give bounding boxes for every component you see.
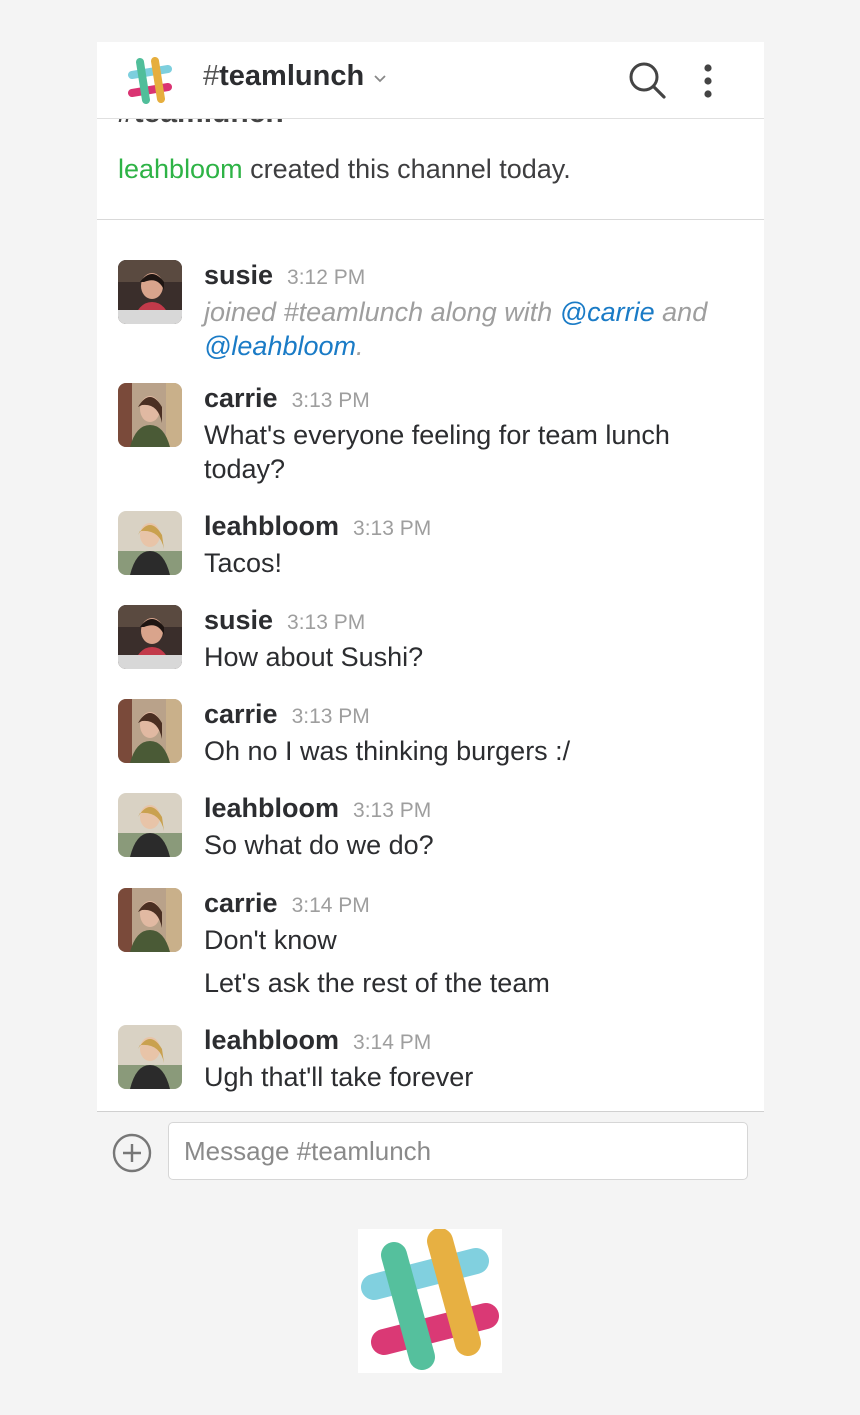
- message-meta: carrie 3:13 PM: [204, 699, 370, 730]
- top-bar: #teamlunch: [97, 42, 764, 119]
- message-author[interactable]: carrie: [204, 699, 278, 729]
- message-author[interactable]: susie: [204, 260, 273, 290]
- message-text: Let's ask the rest of the team: [204, 968, 550, 998]
- message-text: So what do we do?: [204, 830, 434, 860]
- message-text: How about Sushi?: [204, 642, 424, 672]
- chat-screen: #teamlunch #teamlunch leahbloom created …: [97, 42, 764, 1197]
- message-author[interactable]: susie: [204, 605, 273, 635]
- message-text: What's everyone feeling for team lunch t…: [204, 420, 670, 484]
- message-text: Don't know: [204, 925, 337, 955]
- avatar[interactable]: [118, 511, 182, 575]
- avatar-leahbloom-image: [118, 1025, 182, 1089]
- channel-title[interactable]: #teamlunch: [203, 60, 364, 93]
- channel-created-notice: leahbloom created this channel today.: [118, 154, 571, 185]
- more-vertical-icon[interactable]: [697, 62, 719, 100]
- message-meta: leahbloom 3:13 PM: [204, 511, 431, 542]
- message-author[interactable]: carrie: [204, 383, 278, 413]
- avatar[interactable]: [118, 888, 182, 952]
- message-time: 3:13 PM: [353, 799, 432, 822]
- slack-hash-logo-icon: [361, 1228, 499, 1370]
- message-meta: carrie 3:13 PM: [204, 383, 370, 414]
- message-time: 3:14 PM: [353, 1031, 432, 1054]
- message-meta: leahbloom 3:13 PM: [204, 793, 431, 824]
- message-text: joined #teamlunch along with @carrie and…: [204, 297, 708, 361]
- created-text: created this channel today.: [242, 154, 571, 184]
- channel-name: teamlunch: [219, 60, 365, 92]
- channel-intro-title: #teamlunch: [117, 118, 284, 128]
- message-time: 3:13 PM: [291, 389, 370, 412]
- message-time: 3:13 PM: [291, 705, 370, 728]
- message-author[interactable]: leahbloom: [204, 511, 339, 541]
- message-time: 3:12 PM: [287, 266, 366, 289]
- mention-link[interactable]: @carrie: [560, 297, 655, 327]
- message-time: 3:14 PM: [291, 894, 370, 917]
- message-input[interactable]: [168, 1122, 748, 1180]
- mention-link[interactable]: @leahbloom: [204, 331, 356, 361]
- message-text: Oh no I was thinking burgers :/: [204, 736, 571, 766]
- search-icon[interactable]: [627, 60, 667, 100]
- avatar[interactable]: [118, 699, 182, 763]
- divider: [97, 219, 764, 220]
- channel-hash: #: [203, 60, 220, 92]
- message-meta: carrie 3:14 PM: [204, 888, 370, 919]
- slack-logo-large: [358, 1228, 502, 1373]
- avatar-leahbloom-image: [118, 511, 182, 575]
- message-time: 3:13 PM: [353, 517, 432, 540]
- message-time: 3:13 PM: [287, 611, 366, 634]
- message-author[interactable]: carrie: [204, 888, 278, 918]
- message-meta: leahbloom 3:14 PM: [204, 1025, 431, 1056]
- message-meta: susie 3:13 PM: [204, 605, 365, 636]
- message-author[interactable]: leahbloom: [204, 1025, 339, 1055]
- avatar-carrie-image: [118, 699, 182, 763]
- message-author[interactable]: leahbloom: [204, 793, 339, 823]
- chevron-down-icon[interactable]: [373, 72, 387, 86]
- avatar-carrie-image: [118, 383, 182, 447]
- avatar-carrie-image: [118, 888, 182, 952]
- avatar[interactable]: [118, 383, 182, 447]
- creator-name[interactable]: leahbloom: [118, 154, 243, 184]
- avatar-leahbloom-image: [118, 793, 182, 857]
- avatar[interactable]: [118, 260, 182, 324]
- avatar-susie-image: [118, 260, 182, 324]
- message-text: Ugh that'll take forever: [204, 1062, 474, 1092]
- avatar[interactable]: [118, 1025, 182, 1089]
- message-composer: [97, 1112, 764, 1197]
- message-text: Tacos!: [204, 548, 283, 578]
- avatar[interactable]: [118, 605, 182, 669]
- avatar[interactable]: [118, 793, 182, 857]
- slack-logo-icon: [128, 57, 172, 104]
- message-meta: susie 3:12 PM: [204, 260, 365, 291]
- plus-circle-icon[interactable]: [111, 1132, 153, 1174]
- avatar-susie-image: [118, 605, 182, 669]
